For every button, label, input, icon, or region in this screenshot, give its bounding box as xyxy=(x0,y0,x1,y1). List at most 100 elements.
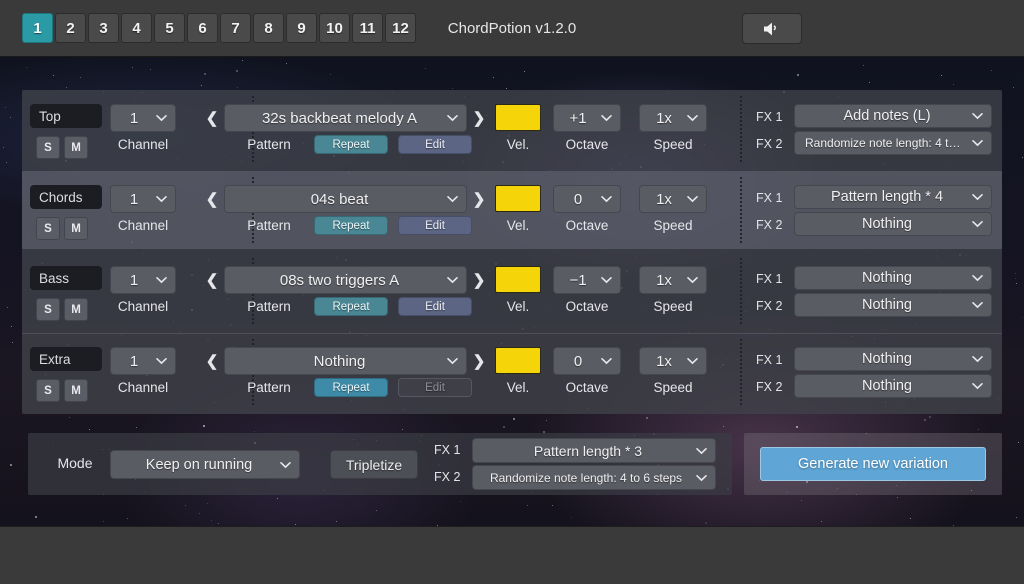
repeat-button[interactable]: Repeat xyxy=(314,135,388,154)
edit-button: Edit xyxy=(398,378,472,397)
pattern-select[interactable]: 32s backbeat melody A xyxy=(224,104,467,132)
track-row-top[interactable]: Top S M 1 Channel ❮ 32s backbeat melody A ❯ Patt… xyxy=(22,90,1002,168)
repeat-button[interactable]: Repeat xyxy=(314,297,388,316)
star xyxy=(796,426,799,429)
fx2-select[interactable]: Nothing xyxy=(794,212,992,236)
speed-select[interactable]: 1x xyxy=(639,104,707,132)
mode-panel: Mode Keep on running Tripletize FX 1 Pat… xyxy=(28,433,732,495)
pattern-prev-button[interactable]: ❮ xyxy=(205,270,219,290)
pattern-tab-10[interactable]: 10 xyxy=(319,13,350,43)
star xyxy=(88,428,90,430)
speed-select[interactable]: 1x xyxy=(639,185,707,213)
fx2-select[interactable]: Randomize note length: 4 to ... xyxy=(794,131,992,155)
solo-button[interactable]: S xyxy=(36,379,60,402)
pattern-tab-12[interactable]: 12 xyxy=(385,13,416,43)
solo-button[interactable]: S xyxy=(36,217,60,240)
channel-caption: Channel xyxy=(117,218,169,233)
edit-button[interactable]: Edit xyxy=(398,216,472,235)
fx2-select[interactable]: Nothing xyxy=(794,374,992,398)
star xyxy=(11,342,13,344)
pattern-select[interactable]: 04s beat xyxy=(224,185,467,213)
chevron-down-icon xyxy=(972,302,983,309)
mute-button[interactable]: M xyxy=(64,298,88,321)
pattern-prev-button[interactable]: ❮ xyxy=(205,189,219,209)
edit-button[interactable]: Edit xyxy=(398,135,472,154)
velocity-swatch[interactable] xyxy=(495,266,541,293)
solo-button[interactable]: S xyxy=(36,136,60,159)
velocity-caption: Vel. xyxy=(506,380,530,395)
channel-select[interactable]: 1 xyxy=(110,185,176,213)
pattern-tab-2[interactable]: 2 xyxy=(55,13,86,43)
star xyxy=(203,73,206,76)
mode-fx2-select[interactable]: Randomize note length: 4 to 6 steps xyxy=(472,465,716,490)
channel-select[interactable]: 1 xyxy=(110,104,176,132)
pattern-tab-9[interactable]: 9 xyxy=(286,13,317,43)
channel-select[interactable]: 1 xyxy=(110,347,176,375)
speaker-glyph xyxy=(764,22,776,35)
pattern-tab-11[interactable]: 11 xyxy=(352,13,383,43)
tripletize-button[interactable]: Tripletize xyxy=(330,450,418,479)
fx1-select[interactable]: Pattern length * 4 xyxy=(794,185,992,209)
mode-fx1-select[interactable]: Pattern length * 3 xyxy=(472,438,716,463)
pattern-next-button[interactable]: ❯ xyxy=(472,189,486,209)
fx2-value: Randomize note length: 4 to ... xyxy=(805,136,969,150)
track-row-extra[interactable]: Extra S M 1 Channel ❮ Nothing ❯ Pattern Repeat Edi… xyxy=(22,333,1002,411)
pattern-next-button[interactable]: ❯ xyxy=(472,351,486,371)
star xyxy=(1015,516,1017,518)
solo-button[interactable]: S xyxy=(36,298,60,321)
star xyxy=(1014,278,1016,280)
pattern-prev-button[interactable]: ❮ xyxy=(205,351,219,371)
octave-select[interactable]: 0 xyxy=(553,347,621,375)
fx1-select[interactable]: Nothing xyxy=(794,347,992,371)
star xyxy=(722,425,724,427)
fx1-select[interactable]: Nothing xyxy=(794,266,992,290)
pattern-tab-5[interactable]: 5 xyxy=(154,13,185,43)
octave-select[interactable]: +1 xyxy=(553,104,621,132)
pattern-tab-7[interactable]: 7 xyxy=(220,13,251,43)
fx1-select[interactable]: Add notes (L) xyxy=(794,104,992,128)
pattern-next-button[interactable]: ❯ xyxy=(472,108,486,128)
star xyxy=(150,68,152,70)
chevron-down-icon xyxy=(972,221,983,228)
pattern-tab-8[interactable]: 8 xyxy=(253,13,284,43)
velocity-caption: Vel. xyxy=(506,299,530,314)
channel-select[interactable]: 1 xyxy=(110,266,176,294)
pattern-select[interactable]: Nothing xyxy=(224,347,467,375)
column-divider xyxy=(740,339,742,405)
pattern-prev-button[interactable]: ❮ xyxy=(205,108,219,128)
pattern-tab-6[interactable]: 6 xyxy=(187,13,218,43)
pattern-select[interactable]: 08s two triggers A xyxy=(224,266,467,294)
pattern-tab-3[interactable]: 3 xyxy=(88,13,119,43)
pattern-caption: Pattern xyxy=(247,299,291,314)
track-row-chords[interactable]: Chords S M 1 Channel ❮ 04s beat ❯ Pattern Repeat E… xyxy=(22,171,1002,249)
fx2-select[interactable]: Nothing xyxy=(794,293,992,317)
octave-select[interactable]: −1 xyxy=(553,266,621,294)
velocity-swatch[interactable] xyxy=(495,347,541,374)
pattern-tab-1[interactable]: 1 xyxy=(22,13,53,43)
star xyxy=(34,516,37,519)
speaker-icon[interactable] xyxy=(742,13,802,44)
repeat-button[interactable]: Repeat xyxy=(314,216,388,235)
mode-select[interactable]: Keep on running xyxy=(110,450,300,479)
pattern-next-button[interactable]: ❯ xyxy=(472,270,486,290)
velocity-swatch[interactable] xyxy=(495,104,541,131)
star xyxy=(276,498,278,500)
mute-button[interactable]: M xyxy=(64,379,88,402)
octave-select[interactable]: 0 xyxy=(553,185,621,213)
repeat-button[interactable]: Repeat xyxy=(314,378,388,397)
speed-caption: Speed xyxy=(653,218,693,233)
edit-button[interactable]: Edit xyxy=(398,297,472,316)
mute-button[interactable]: M xyxy=(64,136,88,159)
mute-button[interactable]: M xyxy=(64,217,88,240)
chevron-down-icon xyxy=(972,356,983,363)
star xyxy=(65,86,67,88)
speed-select[interactable]: 1x xyxy=(639,347,707,375)
speed-select[interactable]: 1x xyxy=(639,266,707,294)
velocity-swatch[interactable] xyxy=(495,185,541,212)
chevron-down-icon xyxy=(156,196,167,203)
track-name-label: Extra xyxy=(30,347,102,371)
star xyxy=(503,425,506,428)
pattern-tab-4[interactable]: 4 xyxy=(121,13,152,43)
generate-new-variation-button[interactable]: Generate new variation xyxy=(760,447,986,481)
track-row-bass[interactable]: Bass S M 1 Channel ❮ 08s two triggers A ❯ Patter… xyxy=(22,252,1002,330)
